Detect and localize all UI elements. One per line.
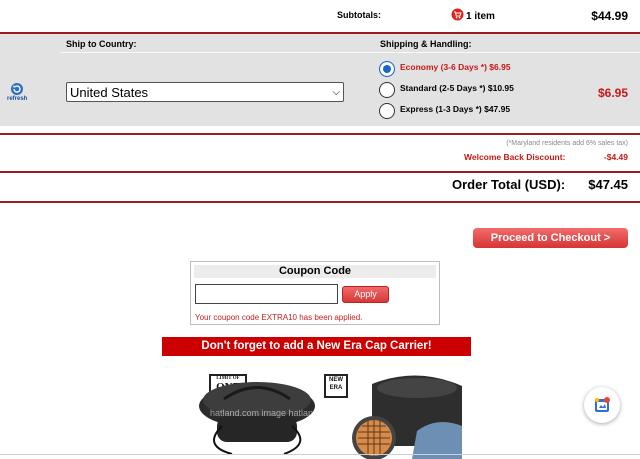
coupon-message: Your coupon code EXTRA10 has been applie… [195, 313, 363, 322]
refresh-icon [10, 82, 24, 96]
country-select[interactable]: United States ⌵ [66, 82, 344, 102]
coupon-code-input[interactable] [195, 284, 338, 304]
subtotal-amount: $44.99 [591, 9, 628, 23]
panel-subdivider [60, 52, 640, 53]
shipping-amount: $6.95 [597, 86, 628, 100]
ship-to-country-header: Ship to Country: [66, 39, 137, 49]
radio-standard[interactable] [379, 82, 395, 98]
refresh-label: refresh [7, 96, 28, 102]
country-select-value: United States [70, 85, 149, 100]
shipping-handling-header: Shipping & Handling: [380, 39, 472, 49]
subtotal-label: Subtotals: [337, 10, 381, 20]
refresh-button[interactable]: refresh [5, 82, 29, 104]
shipping-option-economy[interactable]: Economy (3-6 Days *) $6.95 [379, 60, 579, 78]
order-total-amount: $47.45 [588, 177, 628, 192]
cap-carrier-banner: Don't forget to add a New Era Cap Carrie… [162, 337, 471, 356]
shipping-option-standard-label: Standard (2-5 Days *) $10.95 [400, 83, 514, 93]
divider [0, 201, 640, 203]
assistant-icon [593, 396, 611, 414]
cart-item-count: 1 item [466, 11, 495, 22]
image-watermark: hatland.com image hatland.com image [210, 408, 365, 418]
discount-amount: -$4.49 [603, 152, 628, 162]
discount-label: Welcome Back Discount: [464, 152, 566, 162]
tax-note: (*Maryland residents add 6% sales tax) [506, 140, 628, 147]
cap-carrier-product-image[interactable]: LIMIT OF ONE PER ORDER NEW ERA hatland.c… [162, 356, 471, 459]
viewport-bottom-edge [0, 454, 640, 455]
assistant-widget-button[interactable] [584, 387, 620, 423]
coupon-box: Coupon Code Apply Your coupon code EXTRA… [190, 261, 440, 325]
shipping-option-express[interactable]: Express (1-3 Days *) $47.95 [379, 102, 579, 120]
apply-coupon-button[interactable]: Apply [342, 286, 389, 303]
divider [0, 171, 640, 173]
radio-economy[interactable] [379, 61, 395, 77]
cart-icon [451, 8, 464, 21]
order-total-label: Order Total (USD): [452, 177, 566, 192]
divider [0, 133, 640, 135]
shipping-option-economy-label: Economy (3-6 Days *) $6.95 [400, 62, 511, 72]
shipping-option-standard[interactable]: Standard (2-5 Days *) $10.95 [379, 81, 579, 99]
shipping-option-express-label: Express (1-3 Days *) $47.95 [400, 104, 511, 114]
proceed-to-checkout-button[interactable]: Proceed to Checkout > [473, 228, 628, 248]
coupon-title: Coupon Code [194, 265, 436, 278]
radio-express[interactable] [379, 103, 395, 119]
chevron-down-icon: ⌵ [332, 87, 340, 98]
